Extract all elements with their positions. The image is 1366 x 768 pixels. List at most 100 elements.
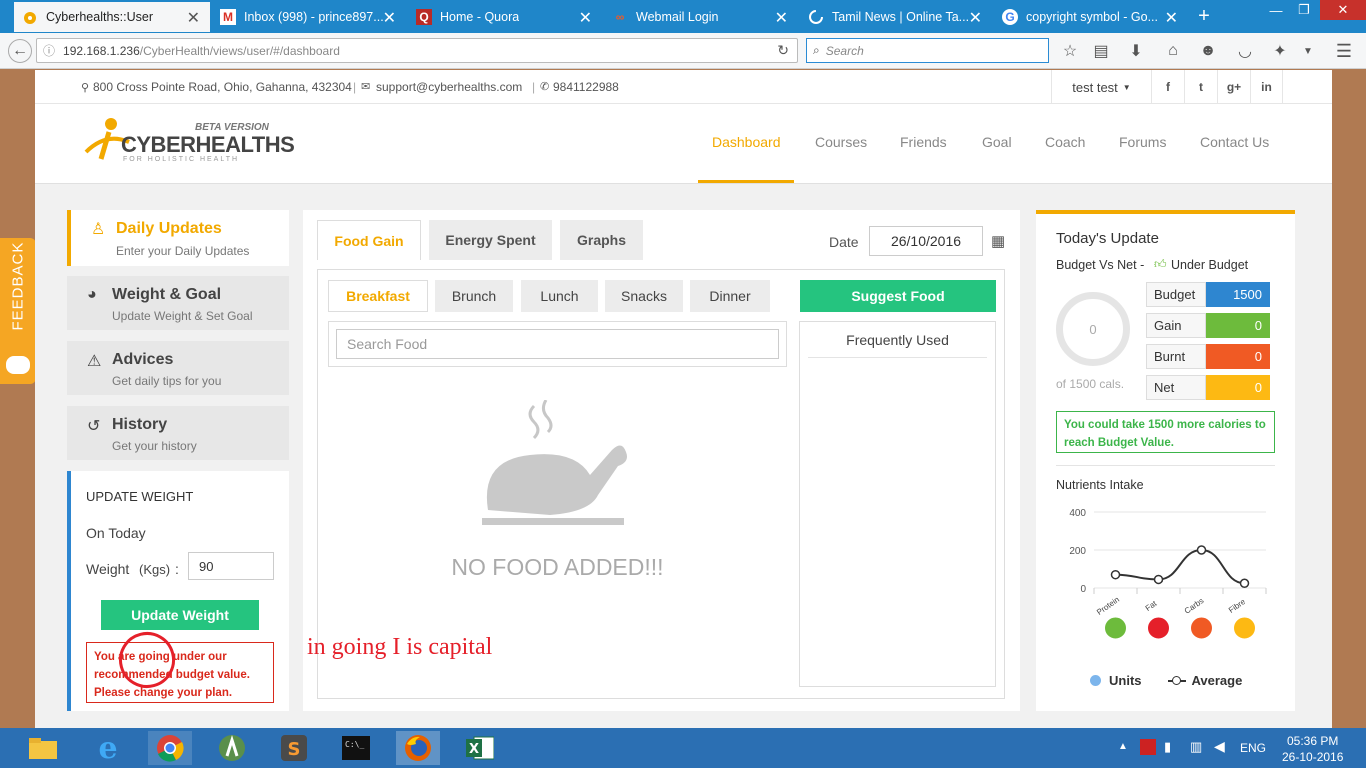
dropdown-icon[interactable]: ▼ <box>1296 39 1320 63</box>
sublime-text-icon[interactable]: S <box>272 731 316 765</box>
volume-icon[interactable]: ◀ <box>1214 738 1225 755</box>
weight-input[interactable]: 90 <box>188 552 274 580</box>
file-explorer-icon[interactable] <box>21 731 65 765</box>
nav-courses[interactable]: Courses <box>815 134 867 150</box>
close-tab-icon[interactable]: ✕ <box>969 8 982 28</box>
firefox-icon[interactable] <box>396 731 440 765</box>
download-icon[interactable]: ⬇ <box>1124 39 1148 63</box>
feedback-tab[interactable]: FEEDBACK <box>0 238 36 384</box>
tab-title: Inbox (998) - prince897... <box>244 10 384 24</box>
meal-tab-lunch[interactable]: Lunch <box>521 280 598 312</box>
windows-taskbar: e S C:\_ X ▲ ▮ ▥ ◀ ENG 05:36 PM 26-10-20… <box>0 728 1366 768</box>
pocket-icon[interactable]: ◡ <box>1233 39 1257 63</box>
extension-icon[interactable]: ✦ <box>1268 39 1292 63</box>
reload-icon[interactable]: ↻ <box>777 42 789 59</box>
linkedin-icon[interactable]: in <box>1250 70 1283 104</box>
legend-average[interactable]: Average <box>1192 673 1243 688</box>
show-hidden-icons-icon[interactable]: ▲ <box>1118 741 1128 752</box>
browser-search-input[interactable]: ⌕ Search <box>806 38 1049 63</box>
command-prompt-icon[interactable]: C:\_ <box>334 731 378 765</box>
url-path: /CyberHealth/views/user/#/dashboard <box>139 43 340 58</box>
nav-goal[interactable]: Goal <box>982 134 1012 150</box>
tray-device-icon[interactable]: ▮ <box>1164 739 1171 755</box>
y-tick-label: 200 <box>1069 546 1086 557</box>
tab-cyberhealths[interactable]: Cyberhealths::User ✕ <box>14 2 210 32</box>
sidebar-item-advices[interactable]: ⚠ Advices Get daily tips for you <box>67 341 289 395</box>
chat-icon[interactable]: ☻ <box>1196 39 1220 63</box>
new-tab-button[interactable]: + <box>1192 5 1216 27</box>
sidebar-item-history[interactable]: ↺ History Get your history <box>67 406 289 460</box>
sidebar-item-weight-goal[interactable]: ◕ Weight & Goal Update Weight & Set Goal <box>67 276 289 330</box>
calendar-icon[interactable]: ▦ <box>991 232 1005 250</box>
nav-forums[interactable]: Forums <box>1119 134 1166 150</box>
android-studio-icon[interactable] <box>210 731 254 765</box>
contact-bar: ⚲ 800 Cross Pointe Road, Ohio, Gahanna, … <box>35 70 1332 104</box>
empty-food-message: NO FOOD ADDED!!! <box>451 554 664 580</box>
date-input[interactable]: 26/10/2016 <box>869 226 983 256</box>
excel-icon[interactable]: X <box>458 731 502 765</box>
tab-food-gain[interactable]: Food Gain <box>317 220 421 260</box>
minimize-icon[interactable]: — <box>1262 0 1290 20</box>
loading-icon <box>808 9 824 25</box>
close-tab-icon[interactable]: ✕ <box>775 8 788 28</box>
language-indicator[interactable]: ENG <box>1240 741 1266 755</box>
close-tab-icon[interactable]: ✕ <box>1165 8 1178 28</box>
home-icon[interactable]: ⌂ <box>1161 39 1185 63</box>
update-weight-button[interactable]: Update Weight <box>101 600 259 630</box>
twitter-icon[interactable]: t <box>1184 70 1217 104</box>
facebook-icon[interactable]: f <box>1151 70 1184 104</box>
internet-explorer-icon[interactable]: e <box>86 731 130 766</box>
suggest-food-button[interactable]: Suggest Food <box>800 280 996 312</box>
menu-icon[interactable]: ☰ <box>1332 39 1356 63</box>
user-menu[interactable]: test test ▼ <box>1051 70 1151 104</box>
tray-app-icon[interactable] <box>1140 739 1156 755</box>
budget-message: You could take 1500 more calories to rea… <box>1056 411 1275 453</box>
tab-webmail[interactable]: ∞ Webmail Login ✕ <box>604 2 798 32</box>
legend-units[interactable]: Units <box>1109 673 1142 688</box>
tab-quora[interactable]: Q Home - Quora ✕ <box>408 2 602 32</box>
tab-energy-spent[interactable]: Energy Spent <box>429 220 552 260</box>
nutrient-badge-icon <box>1190 616 1213 640</box>
tab-graphs[interactable]: Graphs <box>560 220 643 260</box>
meal-tab-snacks[interactable]: Snacks <box>605 280 683 312</box>
average-series-line <box>1115 548 1245 585</box>
tab-google[interactable]: G copyright symbol - Go... ✕ <box>994 2 1188 32</box>
tab-inbox[interactable]: M Inbox (998) - prince897... ✕ <box>212 2 406 32</box>
reading-list-icon[interactable]: ▤ <box>1089 39 1113 63</box>
clock-time[interactable]: 05:36 PM <box>1287 734 1338 748</box>
close-tab-icon[interactable]: ✕ <box>579 8 592 28</box>
google-plus-icon[interactable]: g+ <box>1217 70 1250 104</box>
support-email[interactable]: support@cyberhealths.com <box>376 80 522 94</box>
search-food-input[interactable]: Search Food <box>336 329 779 359</box>
meal-tab-breakfast[interactable]: Breakfast <box>328 280 428 312</box>
url-bar[interactable]: ⓘ 192.168.1.236/CyberHealth/views/user/#… <box>36 38 798 63</box>
nav-dashboard[interactable]: Dashboard <box>712 134 781 150</box>
sidebar-item-subtitle: Enter your Daily Updates <box>116 244 250 258</box>
network-icon[interactable]: ▥ <box>1190 739 1202 755</box>
todays-update-title: Today's Update <box>1056 230 1159 247</box>
tab-tamil-news[interactable]: Tamil News | Online Ta... ✕ <box>800 2 992 32</box>
dashboard-gauge-icon: ◕ <box>87 286 97 303</box>
back-icon[interactable]: ← <box>8 39 32 63</box>
sidebar-item-subtitle: Get your history <box>112 439 197 453</box>
nav-friends[interactable]: Friends <box>900 134 947 150</box>
close-window-icon[interactable]: ✕ <box>1320 0 1366 20</box>
nutrients-title: Nutrients Intake <box>1056 478 1144 492</box>
close-tab-icon[interactable]: ✕ <box>383 8 396 28</box>
close-tab-icon[interactable]: ✕ <box>187 8 200 28</box>
tab-title: copyright symbol - Go... <box>1026 10 1158 24</box>
nav-coach[interactable]: Coach <box>1045 134 1085 150</box>
restore-icon[interactable]: ❐ <box>1290 0 1318 20</box>
meal-tab-dinner[interactable]: Dinner <box>690 280 770 312</box>
logo[interactable]: BETA VERSION CYBERHEALTHS FOR HOLISTIC H… <box>81 114 295 170</box>
chrome-icon[interactable] <box>148 731 192 765</box>
sidebar-item-daily-updates[interactable]: ♙ Daily Updates Enter your Daily Updates <box>67 210 289 266</box>
meal-tab-brunch[interactable]: Brunch <box>435 280 513 312</box>
ring-caption: of 1500 cals. <box>1056 377 1125 391</box>
clock-date[interactable]: 26-10-2016 <box>1282 750 1343 764</box>
net-label: Net <box>1146 375 1206 400</box>
bookmark-star-icon[interactable]: ☆ <box>1058 39 1082 63</box>
y-tick-label: 0 <box>1080 584 1086 595</box>
frequently-used-panel: Frequently Used <box>799 321 996 687</box>
nav-contact-us[interactable]: Contact Us <box>1200 134 1269 150</box>
